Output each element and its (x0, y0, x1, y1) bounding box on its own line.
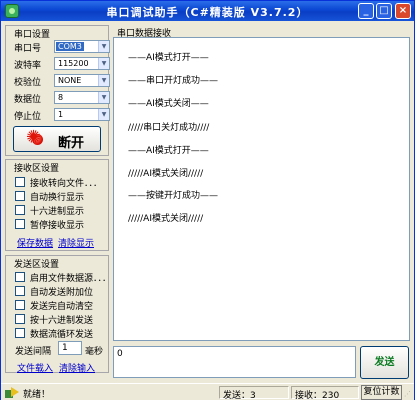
parity-select[interactable]: NONE ▼ (54, 74, 110, 87)
receive-line: ——AI模式关闭—— (128, 99, 209, 109)
connection-led-icon (26, 127, 43, 148)
resize-grip-icon[interactable]: ⋰ (404, 390, 412, 398)
sent-count: 发送：3 (219, 386, 289, 401)
file-load-link[interactable]: 文件载入 (17, 361, 53, 374)
checkbox-box[interactable] (15, 314, 25, 324)
checkbox-label: 十六进制显示 (30, 207, 85, 217)
chevron-down-icon[interactable]: ▼ (98, 109, 109, 120)
send-text-value: 0 (117, 349, 123, 359)
window-title: 串口调试助手（C#精装版 V3.7.2） (106, 6, 309, 19)
stopbits-label: 停止位 (14, 112, 42, 122)
status-bar: 就绪！ 发送：3 接收：230 复位计数 ⋰ (1, 383, 414, 401)
checkbox-label: 按十六进制发送 (30, 316, 94, 326)
clear-display-link[interactable]: 清除显示 (58, 236, 94, 249)
port-label: 串口号 (14, 44, 42, 54)
chevron-down-icon[interactable]: ▼ (98, 41, 109, 52)
baud-label: 波特率 (14, 61, 42, 71)
clear-input-link[interactable]: 清除输入 (59, 361, 95, 374)
checkbox-label: 自动发送附加位 (30, 288, 94, 298)
send-interval-input[interactable]: 1 (58, 341, 82, 355)
title-bar[interactable]: 串口调试助手（C#精装版 V3.7.2） _ □ × (1, 1, 414, 21)
parity-value: NONE (58, 76, 82, 85)
checkbox-label: 数据流循环发送 (30, 330, 94, 340)
checkbox-box[interactable] (15, 286, 25, 296)
checkbox-box[interactable] (15, 300, 25, 310)
checkbox-box[interactable] (15, 205, 25, 215)
receive-settings-title: 接收区设置 (14, 164, 60, 174)
baud-select[interactable]: 115200 ▼ (54, 57, 110, 70)
checkbox-box[interactable] (15, 191, 25, 201)
minimize-button[interactable]: _ (358, 3, 374, 19)
checkbox-box[interactable] (15, 328, 25, 338)
receive-line: ——串口开灯成功—— (128, 76, 219, 86)
status-text: 就绪！ (23, 390, 51, 400)
send-interval-unit: 毫秒 (85, 347, 104, 357)
send-interval-value: 1 (62, 343, 68, 353)
checkbox-box[interactable] (15, 219, 25, 229)
port-settings-title: 串口设置 (14, 30, 51, 40)
connect-button[interactable]: 断开 (13, 126, 101, 152)
parity-label: 校验位 (14, 78, 42, 88)
stopbits-select[interactable]: 1 ▼ (54, 108, 110, 121)
databits-label: 数据位 (14, 95, 42, 105)
receive-line: /////串口关灯成功//// (128, 123, 210, 133)
receive-textbox[interactable]: ——AI模式打开—— ——串口开灯成功—— ——AI模式关闭—— /////串口… (113, 37, 410, 341)
send-textbox[interactable]: 0 (113, 346, 356, 378)
checkbox-label: 暂停接收显示 (30, 221, 85, 231)
save-data-link[interactable]: 保存数据 (17, 236, 53, 249)
received-count: 接收：230 (291, 386, 359, 401)
receive-line: /////AI模式关闭///// (128, 169, 204, 179)
checkbox-label: 接收转向文件．．． (30, 179, 103, 189)
port-value: COM3 (56, 42, 84, 51)
receive-line: ——AI模式打开—— (128, 53, 209, 63)
connect-button-label: 断开 (58, 136, 85, 151)
baud-value: 115200 (58, 59, 89, 68)
databits-select[interactable]: 8 ▼ (54, 91, 110, 104)
reset-count-button[interactable]: 复位计数 (361, 385, 402, 400)
send-settings-title: 发送区设置 (14, 260, 60, 270)
checkbox-label: 自动换行显示 (30, 193, 85, 203)
chevron-down-icon[interactable]: ▼ (98, 58, 109, 69)
chevron-down-icon[interactable]: ▼ (98, 75, 109, 86)
checkbox-box[interactable] (15, 272, 25, 282)
port-select[interactable]: COM3 ▼ (54, 40, 110, 53)
chevron-down-icon[interactable]: ▼ (98, 92, 109, 103)
receive-line: /////AI模式关闭///// (128, 214, 204, 224)
checkbox-label: 发送完自动清空 (30, 302, 94, 312)
send-interval-label: 发送间隔 (15, 347, 52, 357)
receive-line: ——按键开灯成功—— (128, 191, 219, 201)
close-button[interactable]: × (395, 3, 411, 19)
maximize-button[interactable]: □ (376, 3, 392, 19)
send-button[interactable]: 发送 (360, 346, 409, 379)
stopbits-value: 1 (58, 110, 64, 119)
main-window: 串口调试助手（C#精装版 V3.7.2） _ □ × 串口设置 串口号 COM3… (0, 0, 415, 401)
checkbox-box[interactable] (15, 177, 25, 187)
receive-line: ——AI模式打开—— (128, 146, 209, 156)
checkbox-label: 启用文件数据源．．． (30, 274, 112, 284)
status-icon (5, 387, 19, 398)
databits-value: 8 (58, 93, 64, 102)
